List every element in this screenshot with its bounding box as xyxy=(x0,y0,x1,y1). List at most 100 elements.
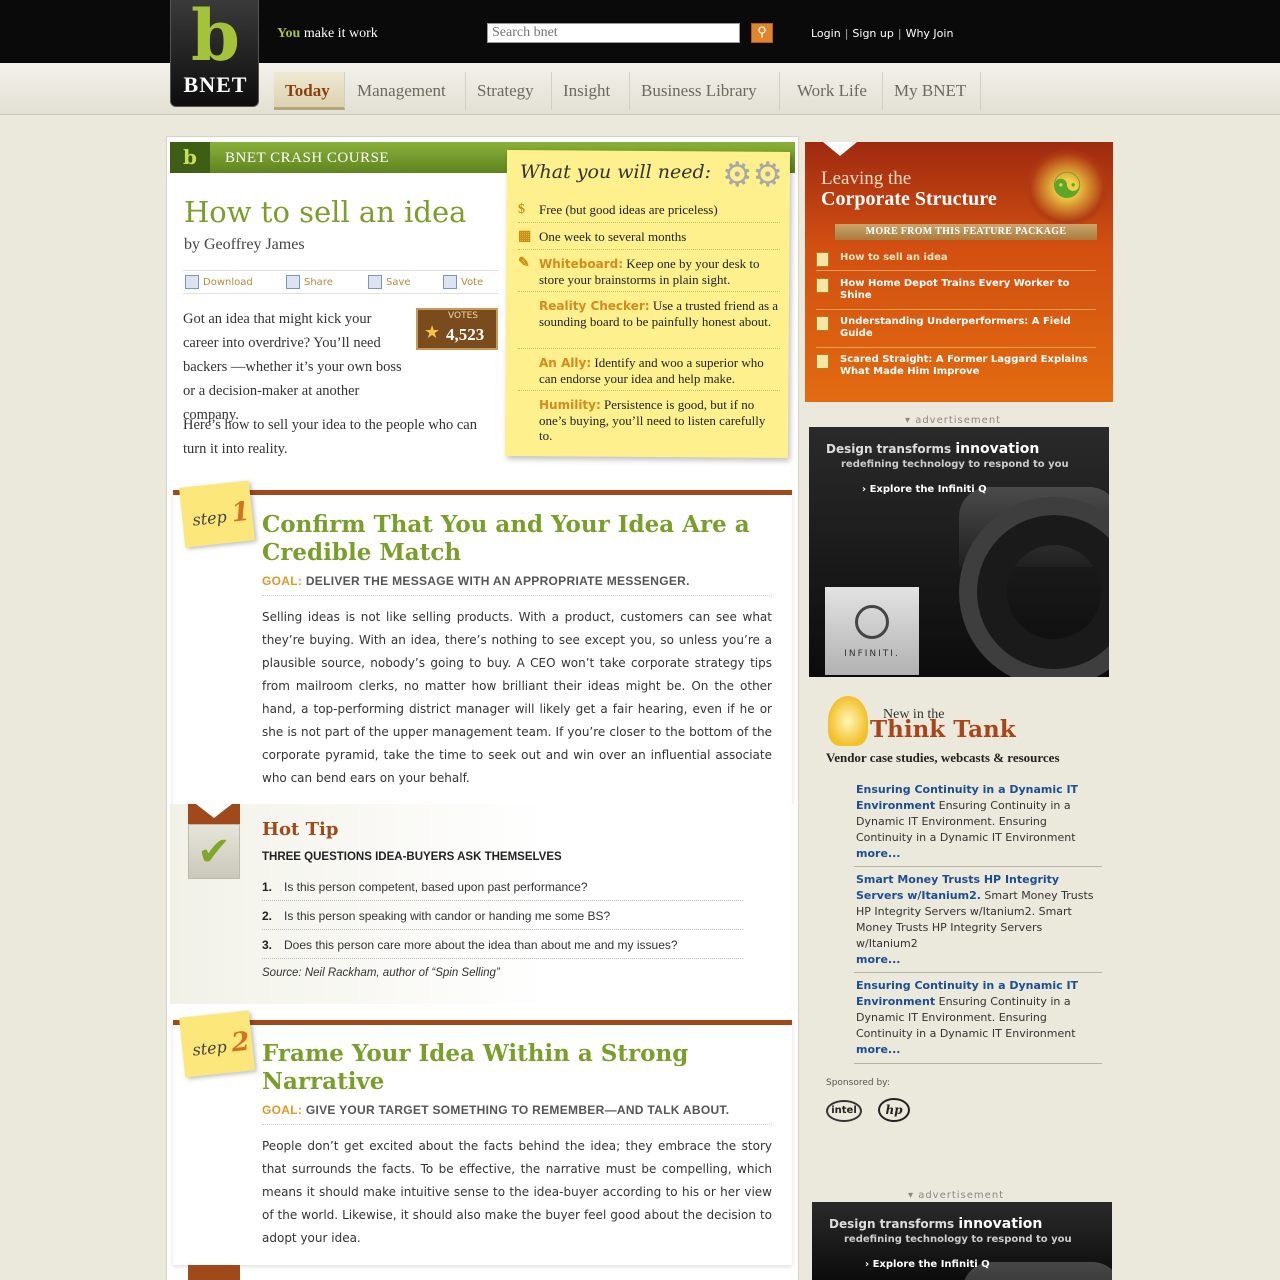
ad-cta[interactable]: › Explore the Infiniti Q xyxy=(862,484,987,495)
step-title: Frame Your Idea Within a Strong Narrativ… xyxy=(262,1040,689,1095)
step-bar xyxy=(173,1020,792,1025)
think-tank-title: Think Tank xyxy=(870,716,1016,743)
step-body: Selling ideas is not like selling produc… xyxy=(262,610,772,785)
logo-text: BNET xyxy=(183,72,248,97)
gears-icon: ⚙⚙ xyxy=(722,155,783,195)
step-number: 1 xyxy=(229,496,252,529)
meditating-man-illustration: ☯ xyxy=(1024,148,1110,228)
need-item: Reality Checker: Use a trusted friend as… xyxy=(518,298,780,329)
signup-link[interactable]: Sign up xyxy=(852,27,893,40)
tab-strategy[interactable]: Strategy xyxy=(466,72,552,110)
star-icon: ★ xyxy=(424,322,441,343)
need-label: Whiteboard: xyxy=(539,257,624,271)
think-tank-subtitle: Vendor case studies, webcasts & resource… xyxy=(826,750,1060,765)
tab-business-library[interactable]: Business Library xyxy=(630,72,780,110)
goal-text: GIVE YOUR TARGET SOMETHING TO REMEMBER—A… xyxy=(305,1103,730,1117)
tagline-strong: You xyxy=(277,26,301,41)
hot-tip-flag xyxy=(188,1265,240,1280)
need-text: Free (but good ideas are priceless) xyxy=(539,202,718,217)
vote-tool[interactable]: Vote xyxy=(443,275,483,289)
divider xyxy=(518,291,780,292)
votes-badge[interactable]: ★ VOTES 4,523 xyxy=(416,308,498,350)
step-title: Confirm That You and Your Idea Are a Cre… xyxy=(262,511,750,566)
calendar-icon: ▦ xyxy=(518,229,532,244)
ad-headline: Design transforms innovation xyxy=(826,441,1039,457)
hot-tip-title: Hot Tip xyxy=(262,819,339,840)
download-tool[interactable]: Download xyxy=(185,275,253,289)
download-label: Download xyxy=(203,277,253,288)
item-number: 3. xyxy=(262,938,273,952)
ad-headline-pre: Design transforms xyxy=(829,1217,955,1231)
feature-title-line2: Corporate Structure xyxy=(821,188,997,210)
feature-more-label: MORE FROM THIS FEATURE PACKAGE xyxy=(835,224,1097,240)
ad-cta[interactable]: › Explore the Infiniti Q xyxy=(865,1259,990,1270)
byline: by Geoffrey James xyxy=(184,236,305,253)
feature-link-current[interactable]: How to sell an idea xyxy=(816,252,1096,267)
dollar-icon: $ xyxy=(518,202,525,217)
list-item: 1. Is this person competent, based upon p… xyxy=(262,880,743,901)
votes-count: 4,523 xyxy=(446,325,485,344)
checkmark-icon: ✔ xyxy=(188,824,240,879)
requirements-title: What you will need: xyxy=(520,161,712,183)
auth-links: Login | Sign up | Why Join xyxy=(811,27,954,40)
intro-paragraph: Here’s how to sell your idea to the peop… xyxy=(183,417,477,457)
divider xyxy=(518,348,780,349)
tab-insight[interactable]: Insight xyxy=(552,72,630,110)
advertisement[interactable]: Design transforms innovation redefining … xyxy=(812,1202,1112,1280)
search-input[interactable] xyxy=(487,23,740,43)
save-tool[interactable]: Save xyxy=(368,275,411,289)
goal-label: GOAL: xyxy=(262,1103,303,1117)
search-button[interactable]: ⚲ xyxy=(751,23,773,43)
divider xyxy=(262,595,772,596)
document-icon xyxy=(816,316,829,331)
ad-subtitle: redefining technology to respond to you xyxy=(841,459,1069,470)
feature-link[interactable]: Understanding Underperformers: A Field G… xyxy=(816,316,1096,340)
ad-label-text: advertisement xyxy=(918,1190,1005,1201)
divider xyxy=(854,866,1102,867)
feature-link-label: Scared Straight: A Former Laggard Explai… xyxy=(840,354,1088,377)
more-link[interactable]: more... xyxy=(856,1042,1098,1058)
more-link[interactable]: more... xyxy=(856,846,1098,862)
votes-label: VOTES xyxy=(448,311,478,321)
intro-paragraph: Got an idea that might kick your career … xyxy=(183,311,402,423)
cursor-icon xyxy=(816,252,829,267)
step-word: step xyxy=(191,1037,228,1060)
hot-tip-source: Source: Neil Rackham, author of “Spin Se… xyxy=(262,967,500,979)
marker-icon: ✎ xyxy=(518,256,530,271)
hot-tip-subtitle: THREE QUESTIONS IDEA-BUYERS ASK THEMSELV… xyxy=(262,851,562,863)
need-item: ▦ One week to several months xyxy=(518,229,780,245)
ad-label: ▾ advertisement xyxy=(905,415,1002,426)
goal-text: DELIVER THE MESSAGE WITH AN APPROPRIATE … xyxy=(305,574,690,588)
divider xyxy=(518,249,780,250)
vote-label: Vote xyxy=(461,277,484,288)
ad-subtitle: redefining technology to respond to you xyxy=(844,1234,1072,1245)
hp-logo[interactable]: hp xyxy=(878,1098,910,1122)
feature-link[interactable]: Scared Straight: A Former Laggard Explai… xyxy=(816,354,1096,378)
advertisement[interactable]: Design transforms innovation redefining … xyxy=(809,427,1109,677)
need-text: One week to several months xyxy=(539,229,687,244)
need-label: Reality Checker: xyxy=(539,299,650,313)
feature-title-line1: Leaving the xyxy=(821,168,912,189)
hot-tip-notch xyxy=(196,804,232,818)
item-number: 2. xyxy=(262,909,273,923)
feature-link[interactable]: How Home Depot Trains Every Worker to Sh… xyxy=(816,278,1096,302)
intel-logo[interactable]: intel xyxy=(826,1100,862,1122)
why-join-link[interactable]: Why Join xyxy=(906,27,954,40)
login-link[interactable]: Login xyxy=(811,27,841,40)
share-label: Share xyxy=(304,277,333,288)
step-badge: step 2 xyxy=(179,1010,255,1078)
step-number: 2 xyxy=(229,1026,252,1059)
ad-brand: INFINITI. xyxy=(844,649,900,659)
list-item: Ensuring Continuity in a Dynamic IT Envi… xyxy=(856,782,1098,862)
bnet-logo[interactable]: b BNET xyxy=(170,0,259,107)
tab-today[interactable]: Today xyxy=(274,72,345,110)
tab-management[interactable]: Management xyxy=(346,72,466,110)
document-icon xyxy=(816,354,829,369)
more-link[interactable]: more... xyxy=(856,952,1098,968)
tab-work-life[interactable]: Work Life xyxy=(786,72,883,110)
item-text: Is this person competent, based upon pas… xyxy=(284,880,588,894)
tab-my-bnet[interactable]: My BNET xyxy=(883,72,981,110)
item-text: Is this person speaking with candor or h… xyxy=(284,909,611,923)
share-tool[interactable]: Share xyxy=(286,275,333,289)
ad-headline-em: innovation xyxy=(955,441,1040,457)
